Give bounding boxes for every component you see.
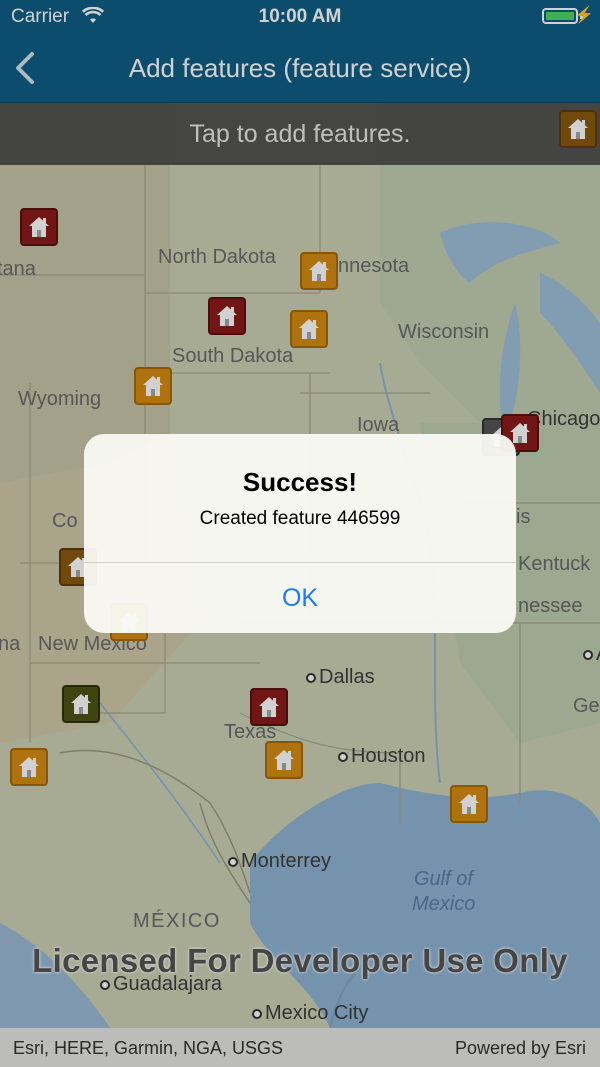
success-alert: Success! Created feature 446599 OK <box>84 434 516 633</box>
alert-title: Success! <box>242 467 358 497</box>
alert-message: Created feature 446599 <box>199 508 401 529</box>
ok-button[interactable]: OK <box>84 563 516 633</box>
